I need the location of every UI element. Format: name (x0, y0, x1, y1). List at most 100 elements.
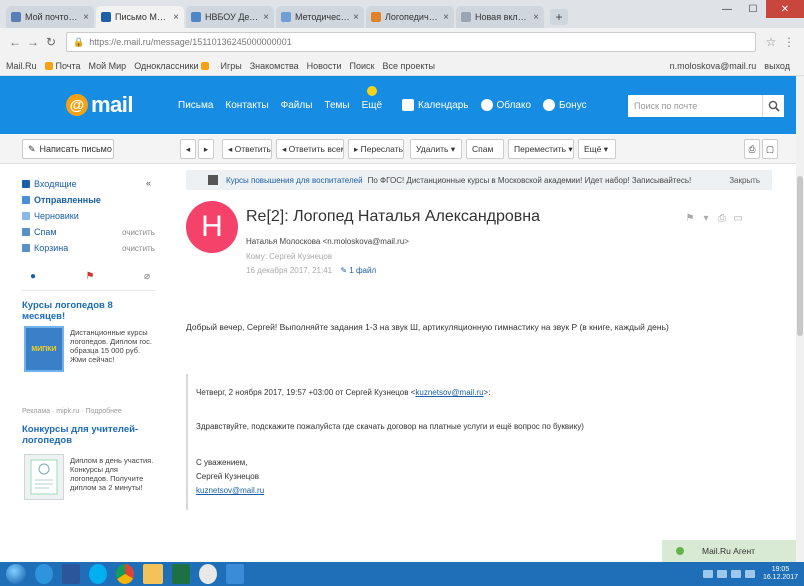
tray-up-icon[interactable] (702, 570, 713, 578)
tab-close-icon[interactable]: × (443, 12, 449, 23)
minimize-icon[interactable]: — (714, 0, 740, 18)
print-icon[interactable]: ⎙ (714, 213, 730, 224)
tab-close-icon[interactable]: × (263, 12, 269, 23)
chrome-icon[interactable] (116, 564, 134, 584)
unread-filter-icon[interactable]: ● (30, 271, 36, 282)
flag-icon[interactable]: ⚑ (682, 213, 698, 224)
bookmark-star-icon[interactable]: ☆ (762, 35, 780, 49)
mail-agent-popup[interactable]: Mail.Ru Агент (662, 540, 796, 562)
forward-arrow-icon[interactable]: → (24, 35, 42, 49)
tab-close-icon[interactable]: × (353, 12, 359, 23)
reply-button[interactable]: ◂ Ответить (222, 139, 272, 159)
attachment-filter-icon[interactable]: ⌀ (144, 271, 150, 282)
tab-close-icon[interactable]: × (533, 12, 539, 23)
bookmark-item[interactable]: Mail.Ru (6, 61, 37, 71)
bookmark-item[interactable]: Поиск (350, 61, 375, 71)
folder-icon[interactable] (143, 564, 163, 584)
next-message-button[interactable]: ▸ (198, 139, 214, 159)
delete-button[interactable]: Удалить ▾ (410, 139, 462, 159)
account-email[interactable]: n.moloskova@mail.ru (670, 61, 757, 71)
browser-tab[interactable]: Мой почтовый ящик× (6, 6, 94, 28)
bookmark-item[interactable]: Почта (44, 61, 81, 71)
nav-letters[interactable]: Письма (178, 100, 213, 111)
more-button[interactable]: Ещё ▾ (578, 139, 616, 159)
promo-close-button[interactable]: Закрыть (729, 176, 760, 185)
spam-clear-link[interactable]: очистить (122, 228, 155, 237)
bookmark-item[interactable]: Одноклассники (134, 61, 212, 71)
move-button[interactable]: Переместить ▾ (508, 139, 574, 159)
nav-more[interactable]: Ещё (362, 85, 382, 111)
search-button[interactable] (762, 95, 784, 117)
view-toggle-button[interactable]: ▢ (762, 139, 778, 159)
maximize-icon[interactable]: ☐ (740, 0, 766, 18)
network-icon[interactable] (716, 570, 727, 578)
menu-dots-icon[interactable]: ⋮ (780, 35, 798, 49)
yandex-icon[interactable] (199, 564, 217, 584)
ad-title[interactable]: Курсы логопедов 8 месяцев! (22, 300, 152, 322)
scrollbar-thumb[interactable] (797, 176, 803, 336)
publisher-icon[interactable] (226, 564, 244, 584)
message-from[interactable]: Наталья Молоскова <n.moloskova@mail.ru> (246, 237, 409, 246)
promo-link[interactable]: Курсы повышения для воспитателей (226, 176, 363, 185)
bookmark-item[interactable]: Игры (220, 61, 241, 71)
ad-text[interactable]: Дистанционные курсы логопедов. Диплом го… (70, 328, 156, 364)
bookmark-item[interactable]: Новости (307, 61, 342, 71)
attachment-link[interactable]: ✎ 1 файл (340, 266, 376, 275)
start-button[interactable] (6, 564, 26, 584)
new-tab-button[interactable]: + (550, 9, 568, 25)
browser-tab[interactable]: Новая вкладка× (456, 6, 544, 28)
nav-contacts[interactable]: Контакты (225, 100, 268, 111)
ad-title[interactable]: Конкурсы для учителей-логопедов (22, 424, 152, 446)
sidebar-item-sent[interactable]: Отправленные (22, 194, 101, 206)
language-icon[interactable] (744, 570, 755, 578)
tab-close-icon[interactable]: × (83, 12, 89, 23)
trash-clear-link[interactable]: очистить (122, 244, 155, 253)
nav-themes[interactable]: Темы (324, 100, 349, 111)
ad-image[interactable]: МИПКИ (24, 326, 64, 372)
browser-tab-active[interactable]: Письмо Mail.Ru× (96, 6, 184, 28)
close-window-icon[interactable]: ✕ (766, 0, 804, 18)
flagged-filter-icon[interactable]: ⚑ (86, 271, 95, 282)
browser-tab[interactable]: Логопедический центр× (366, 6, 454, 28)
arrow-down-icon[interactable]: ▾ (698, 213, 714, 224)
word-icon[interactable] (62, 564, 80, 584)
ie-icon[interactable] (35, 564, 53, 584)
certificate-image[interactable] (24, 454, 64, 500)
sidebar-item-inbox[interactable]: Входящие (22, 178, 77, 190)
prev-message-button[interactable]: ◂ (180, 139, 196, 159)
nav-calendar[interactable]: Календарь (402, 99, 469, 111)
excel-icon[interactable] (172, 564, 190, 584)
reload-icon[interactable]: ↻ (42, 35, 60, 49)
ad-meta[interactable]: Реклама · mipk.ru · Подробнее (22, 408, 122, 415)
sidebar-collapse-icon[interactable]: « (146, 178, 151, 188)
quote-email-link[interactable]: kuznetsov@mail.ru (415, 388, 483, 397)
spam-button[interactable]: Спам (466, 139, 504, 159)
signature-email[interactable]: kuznetsov@mail.ru (196, 486, 264, 495)
nav-files[interactable]: Файлы (281, 100, 313, 111)
browser-tab[interactable]: Методические пособия× (276, 6, 364, 28)
nav-bonus[interactable]: Бонус (543, 99, 587, 111)
bookmark-item[interactable]: Все проекты (382, 61, 435, 71)
reply-all-button[interactable]: ◂ Ответить всем (276, 139, 344, 159)
sidebar-item-spam[interactable]: Спам (22, 226, 57, 238)
search-input[interactable]: Поиск по почте ▾ (628, 95, 780, 117)
expand-icon[interactable]: ▭ (730, 213, 746, 224)
print-button[interactable]: ⎙ (744, 139, 760, 159)
page-scrollbar[interactable] (796, 76, 804, 562)
skype-icon[interactable] (89, 564, 107, 584)
mail-logo[interactable]: @ mail (66, 92, 146, 118)
logout-link[interactable]: выход (764, 61, 790, 71)
bookmark-item[interactable]: Мой Мир (89, 61, 127, 71)
tab-close-icon[interactable]: × (173, 12, 179, 23)
url-input[interactable]: 🔒 https://e.mail.ru/message/151101362450… (66, 32, 756, 52)
ad-text[interactable]: Диплом в день участия. Конкурсы для лого… (70, 456, 156, 492)
compose-button[interactable]: ✎ Написать письмо (22, 139, 114, 159)
bookmark-item[interactable]: Знакомства (250, 61, 299, 71)
forward-button[interactable]: ▸ Переслать (348, 139, 404, 159)
promo-banner[interactable]: Курсы повышения для воспитателей По ФГОС… (186, 170, 772, 190)
sidebar-item-drafts[interactable]: Черновики (22, 210, 79, 222)
browser-tab[interactable]: НВБОУ Детский сад× (186, 6, 274, 28)
message-to[interactable]: Кому: Сергей Кузнецов (246, 252, 332, 261)
taskbar-clock[interactable]: 19:05 16.12.2017 (763, 566, 798, 582)
signature-email-link[interactable]: kuznetsov@mail.ru (196, 486, 264, 495)
